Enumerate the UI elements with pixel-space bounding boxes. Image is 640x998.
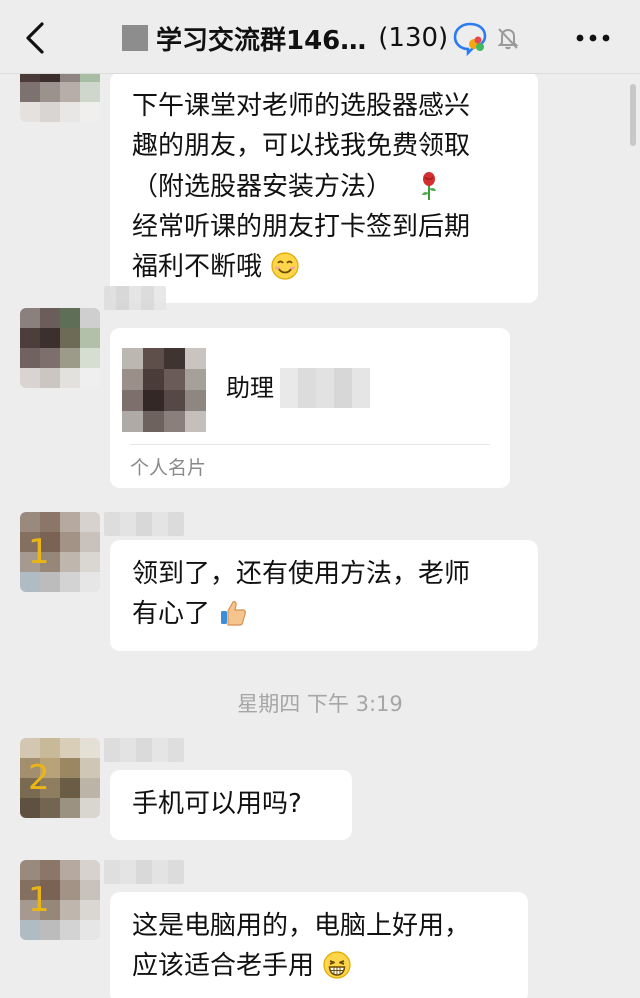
message-bubble[interactable]: 下午课堂对老师的选股器感兴 趣的朋友，可以找我免费领取 （附选股器安装方法） 经…	[110, 72, 538, 304]
contact-card-label: 个人名片	[130, 457, 207, 479]
message-text-line: 领到了，还有使用方法，老师	[132, 559, 471, 589]
scrollbar[interactable]	[630, 84, 636, 146]
message-text-line: 福利不断哦	[132, 252, 263, 283]
message-text-line: （附选股器安装方法）	[132, 171, 393, 202]
smile-emoji-icon	[271, 252, 299, 280]
message-bubble[interactable]: 这是电脑用的，电脑上好用， 应该适合老手用	[110, 892, 528, 998]
sender-avatar[interactable]	[20, 308, 100, 388]
back-button[interactable]	[18, 20, 54, 56]
mute-bell-icon	[497, 28, 519, 50]
message-text-line: 经常听课的朋友打卡签到后期	[132, 211, 471, 242]
avatar-number: 1	[28, 880, 50, 920]
contact-avatar	[122, 348, 206, 432]
chevron-left-icon	[26, 22, 44, 54]
group-avatar-placeholder	[122, 25, 148, 51]
message-text-line: 趣的朋友，可以找我免费领取	[132, 131, 471, 162]
thumbs-up-emoji-icon	[221, 601, 247, 626]
contact-name: 助理	[226, 374, 274, 402]
message-text-line: 有心了	[132, 599, 211, 630]
member-count: (130)	[378, 23, 449, 53]
message-text-line: 下午课堂对老师的选股器感兴	[132, 91, 471, 121]
message-text-line: 应该适合老手用	[132, 951, 315, 982]
chat-header: 学习交流群146… (130)	[0, 0, 640, 74]
sender-name-blurred	[104, 738, 184, 762]
chat-title: 学习交流群146…	[156, 25, 367, 56]
sender-avatar[interactable]: 1	[20, 860, 100, 940]
message-bubble[interactable]: 领到了，还有使用方法，老师 有心了	[110, 540, 538, 651]
card-divider	[130, 444, 490, 445]
more-dots-icon	[576, 34, 610, 42]
rose-emoji-icon	[422, 171, 437, 200]
group-chat-badge-icon	[453, 22, 487, 56]
sender-avatar[interactable]: 1	[20, 512, 100, 592]
sender-name-blurred	[104, 860, 184, 884]
grin-emoji-icon	[323, 951, 351, 979]
contact-card[interactable]: 助理 个人名片	[110, 328, 510, 488]
sender-name-blurred	[104, 512, 184, 536]
message-text-line: 手机可以用吗?	[132, 789, 302, 819]
message-bubble[interactable]: 手机可以用吗?	[110, 770, 352, 841]
message-timestamp: 星期四 下午 3:19	[237, 692, 403, 716]
sender-name-blurred	[104, 286, 166, 310]
chat-title-area[interactable]: 学习交流群146… (130)	[122, 18, 522, 58]
more-options-button[interactable]	[576, 28, 610, 48]
sender-avatar[interactable]: 2	[20, 738, 100, 818]
avatar-number: 2	[28, 758, 50, 798]
message-text-line: 这是电脑用的，电脑上好用，	[132, 911, 471, 941]
contact-name-blurred	[280, 368, 370, 408]
avatar-number: 1	[28, 532, 50, 572]
